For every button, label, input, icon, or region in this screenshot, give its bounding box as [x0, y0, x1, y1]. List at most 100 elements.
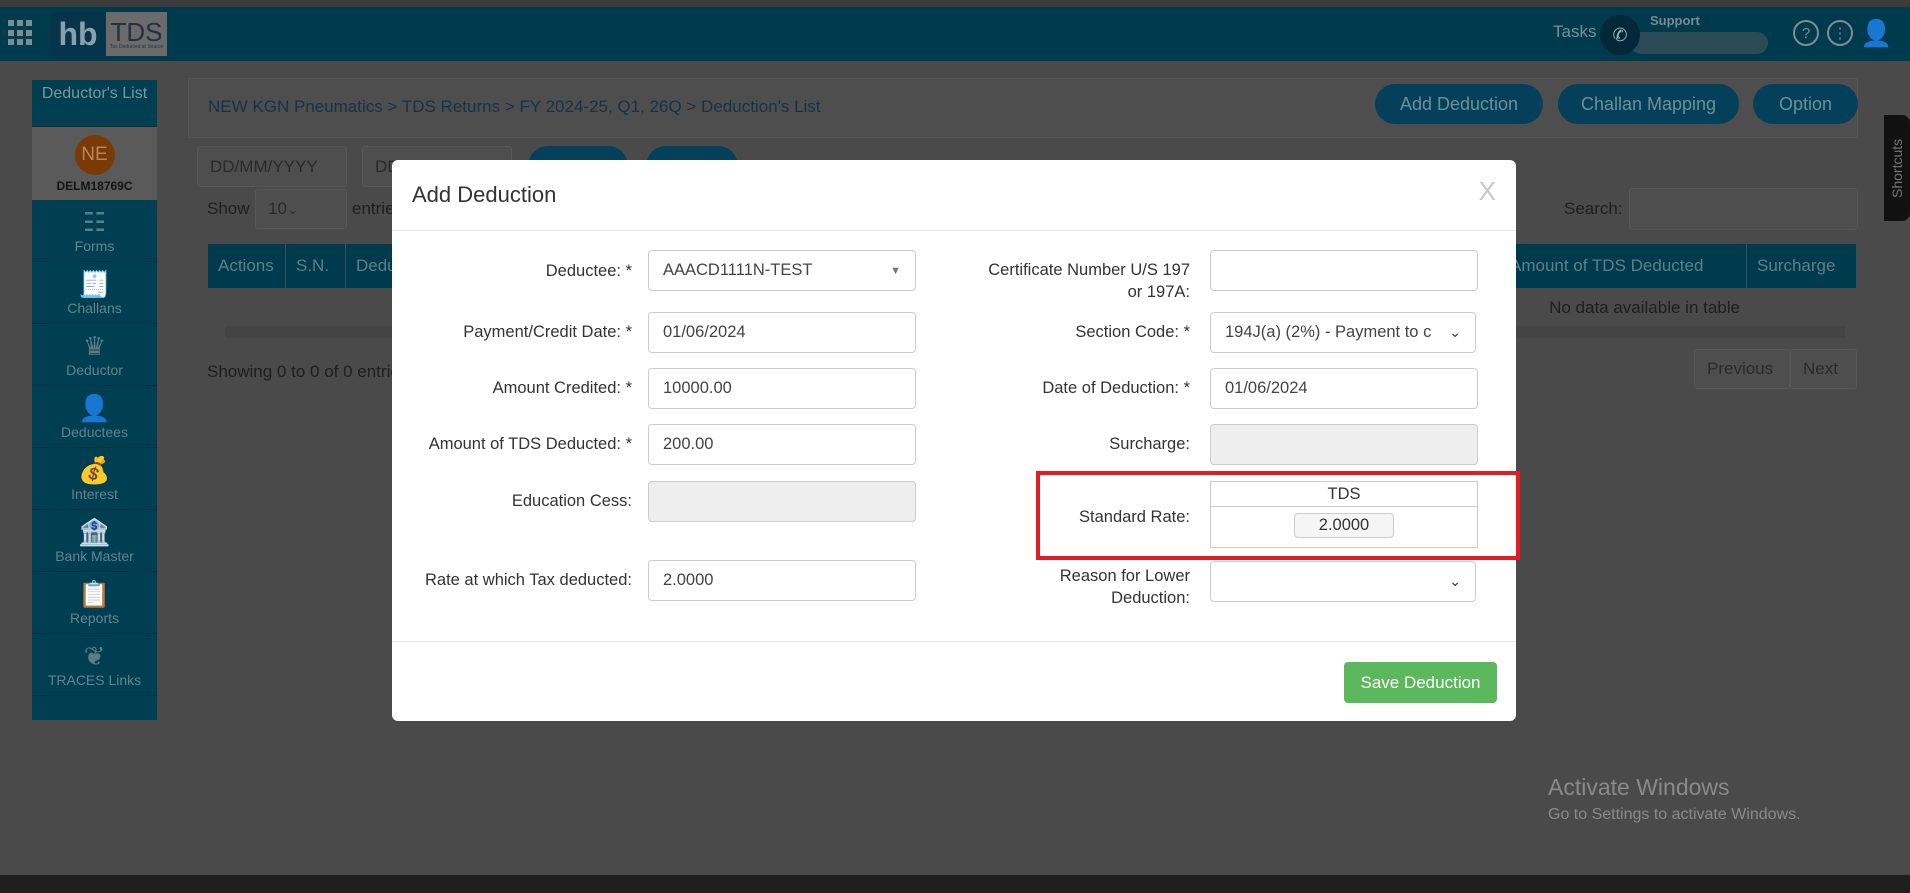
standard-rate-label: Standard Rate: — [1079, 508, 1190, 526]
sidebar-item-label: Bank Master — [55, 548, 134, 564]
standard-rate-value: 2.0000 — [1294, 513, 1394, 538]
hb-tds-logo[interactable]: hb TDS Tax Deducted at Source — [50, 12, 167, 56]
support-label[interactable]: Support — [1650, 13, 1700, 28]
clipboard-icon: 📋 — [78, 579, 111, 609]
phone-icon[interactable]: ✆ — [1600, 15, 1640, 55]
standard-rate-table: TDS 2.0000 — [1210, 481, 1478, 548]
section-code-select[interactable]: 194J(a) (2%) - Payment to c ⌄ — [1210, 312, 1476, 353]
from-date-input[interactable]: DD/MM/YYYY — [197, 146, 347, 187]
next-button[interactable]: Next — [1790, 349, 1857, 389]
show-label: Show — [207, 199, 250, 218]
sidebar-item-interest[interactable]: 💰 Interest — [32, 448, 157, 510]
breadcrumb[interactable]: NEW KGN Pneumatics > TDS Returns > FY 20… — [208, 97, 821, 117]
certificate-label: Certificate Number U/S 197 or 197A: — [952, 259, 1190, 303]
section-code-label: Section Code: * — [1075, 323, 1190, 341]
sidebar: Deductor's List NE DELM18769C ☷ Forms 🧾 Ch… — [32, 80, 157, 720]
deduction-date-input[interactable]: 01/06/2024 — [1210, 368, 1478, 409]
previous-button[interactable]: Previous — [1694, 349, 1790, 389]
sidebar-item-label: Forms — [74, 238, 115, 254]
user-icon[interactable]: 👤 — [1860, 18, 1892, 48]
crown-icon: ♛ — [82, 331, 107, 361]
chevron-down-icon: ⌄ — [1449, 573, 1461, 589]
close-icon[interactable]: X — [1479, 176, 1496, 207]
sidebar-item-deductor[interactable]: ♛ Deductor — [32, 324, 157, 386]
education-cess-input — [648, 481, 916, 522]
sidebar-item-challans[interactable]: 🧾 Challans — [32, 262, 157, 324]
entries-value: 10 — [268, 199, 287, 218]
challan-mapping-button[interactable]: Challan Mapping — [1558, 84, 1739, 124]
deductee-label: Deductee: * — [545, 262, 632, 280]
logo-tagline: Tax Deducted at Source — [109, 43, 164, 50]
support-bar — [1630, 32, 1768, 54]
dropdown-caret-icon: ▼ — [890, 264, 901, 277]
modal-footer-divider — [392, 641, 1516, 642]
sidebar-item-label: Interest — [71, 486, 118, 502]
tds-deducted-label: Amount of TDS Deducted: * — [428, 435, 632, 453]
payment-date-label: Payment/Credit Date: * — [463, 323, 632, 341]
education-cess-label: Education Cess: — [511, 492, 632, 510]
deductors-list-link[interactable]: Deductor's List — [32, 80, 157, 127]
sidebar-item-reports[interactable]: 📋 Reports — [32, 572, 157, 634]
challan-receipt-icon: 🧾 — [78, 269, 111, 299]
certificate-number-input[interactable] — [1210, 250, 1478, 291]
deductee-value: AAACD1111N-TEST — [663, 261, 813, 279]
sidebar-item-deductees[interactable]: 👤 Deductees — [32, 386, 157, 448]
sidebar-item-label: Reports — [69, 610, 120, 626]
deductor-avatar[interactable]: NE DELM18769C — [32, 127, 157, 200]
deductor-code: DELM18769C — [56, 179, 133, 193]
payment-date-input[interactable]: 01/06/2024 — [648, 312, 916, 353]
deductee-select[interactable]: AAACD1111N-TEST ▼ — [648, 250, 916, 291]
logo-hb: hb — [50, 12, 106, 56]
column-header-sn[interactable]: S.N. — [286, 244, 346, 288]
sidebar-item-label: Deductees — [61, 424, 128, 440]
window-strip — [0, 0, 1910, 7]
apps-grid-icon[interactable] — [8, 20, 34, 46]
entries-select[interactable]: 10 ⌄ — [255, 189, 347, 229]
amount-credited-label: Amount Credited: * — [492, 379, 632, 397]
column-header-amount-tds[interactable]: Amount of TDS Deducted — [1500, 244, 1747, 288]
reason-select[interactable]: ⌄ — [1210, 561, 1476, 602]
sidebar-item-traces-links[interactable]: ❦ TRACES Links — [32, 634, 157, 696]
help-icon[interactable]: ? — [1793, 20, 1819, 46]
money-bag-icon: 💰 — [78, 455, 111, 485]
sidebar-item-bank-master[interactable]: 🏦 Bank Master — [32, 510, 157, 572]
sidebar-item-forms[interactable]: ☷ Forms — [32, 200, 157, 262]
reason-label: Reason for Lower Deduction: — [952, 565, 1190, 609]
windows-taskbar — [0, 875, 1910, 893]
avatar-initials: NE — [74, 135, 115, 175]
add-deduction-modal: Add Deduction X Deductee: * AAACD1111N-T… — [392, 160, 1520, 721]
certificate-label-line2: or 197A: — [1127, 283, 1190, 301]
traces-logo-icon: ❦ — [83, 641, 106, 671]
search-label: Search: — [1564, 199, 1623, 218]
logo-tds: TDS Tax Deducted at Source — [106, 12, 167, 56]
section-code-value: 194J(a) (2%) - Payment to c — [1225, 323, 1432, 341]
rate-input[interactable]: 2.0000 — [648, 560, 916, 601]
rate-label: Rate at which Tax deducted: — [425, 571, 632, 589]
amount-credited-input[interactable]: 10000.00 — [648, 368, 916, 409]
sidebar-item-label: TRACES Links — [47, 672, 142, 688]
reason-label-line1: Reason for Lower — [1059, 567, 1190, 585]
sidebar-item-label: Deductor — [66, 362, 123, 378]
deduction-date-label: Date of Deduction: * — [1042, 379, 1190, 397]
tasks-link[interactable]: Tasks — [1553, 22, 1596, 42]
forms-icon: ☷ — [82, 207, 107, 237]
table-info: Showing 0 to 0 of 0 entries — [207, 362, 409, 381]
add-deduction-button[interactable]: Add Deduction — [1375, 84, 1543, 124]
more-options-icon[interactable]: ⋮ — [1827, 20, 1853, 46]
chevron-down-icon: ⌄ — [1449, 324, 1461, 340]
column-header-actions[interactable]: Actions — [208, 244, 286, 288]
tds-deducted-input[interactable]: 200.00 — [648, 424, 916, 465]
surcharge-input — [1210, 424, 1478, 465]
standard-rate-header: TDS — [1211, 482, 1477, 507]
option-button[interactable]: Option — [1753, 84, 1858, 124]
column-header-surcharge[interactable]: Surcharge — [1747, 244, 1857, 288]
shortcuts-tab[interactable]: Shortcuts — [1884, 115, 1910, 221]
save-deduction-button[interactable]: Save Deduction — [1344, 662, 1497, 703]
search-input[interactable] — [1629, 188, 1858, 230]
modal-title: Add Deduction — [412, 182, 557, 207]
certificate-label-line1: Certificate Number U/S 197 — [988, 261, 1190, 279]
logo-tds-text: TDS — [110, 16, 163, 47]
activate-windows-title: Activate Windows — [1548, 774, 1730, 800]
person-icon: 👤 — [78, 393, 111, 423]
sidebar-item-label: Challans — [67, 300, 122, 316]
